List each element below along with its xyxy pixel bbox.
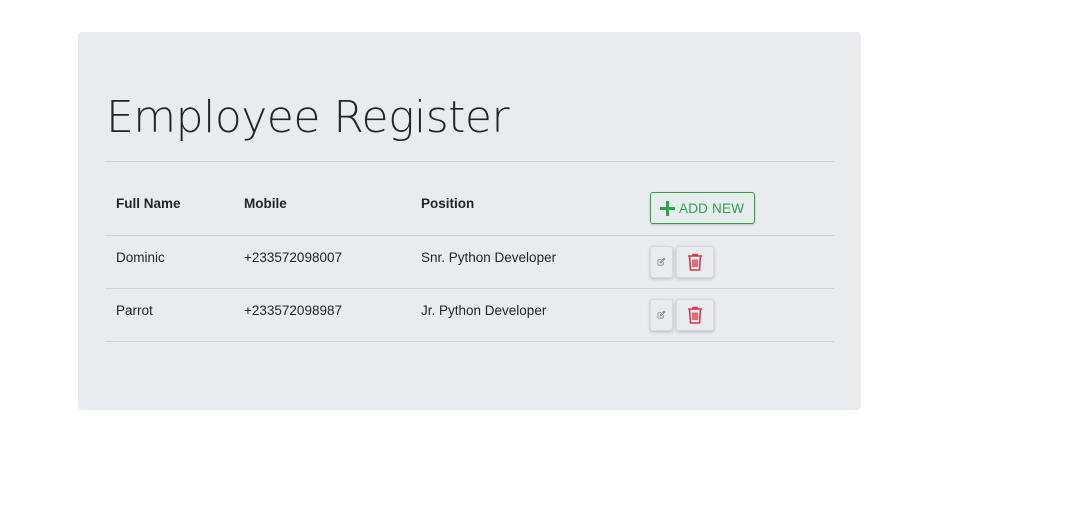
- employee-table: Full Name Mobile Position ADD NEW Domini…: [105, 180, 834, 342]
- cell-full-name: Dominic: [105, 235, 233, 289]
- trash-icon: [688, 306, 702, 324]
- table-row: Dominic +233572098007 Snr. Python Develo…: [105, 235, 834, 289]
- header-actions: ADD NEW: [642, 180, 834, 236]
- trash-icon: [688, 253, 702, 271]
- cell-position: Jr. Python Developer: [410, 288, 642, 342]
- header-mobile: Mobile: [233, 180, 410, 236]
- header-full-name: Full Name: [105, 180, 233, 236]
- cell-mobile: +233572098007: [233, 235, 410, 289]
- edit-button[interactable]: [650, 245, 673, 278]
- table-row: Parrot +233572098987 Jr. Python Develope…: [105, 288, 834, 342]
- cell-full-name: Parrot: [105, 288, 233, 342]
- delete-button[interactable]: [676, 298, 714, 331]
- cell-actions: [642, 288, 834, 342]
- employee-register-panel: Employee Register Full Name Mobile Posit…: [78, 32, 861, 410]
- pencil-square-icon: [657, 310, 666, 319]
- delete-button[interactable]: [676, 245, 714, 278]
- plus-icon: [660, 200, 675, 216]
- table-header-row: Full Name Mobile Position ADD NEW: [105, 180, 834, 236]
- add-new-button[interactable]: ADD NEW: [650, 192, 756, 224]
- add-new-label: ADD NEW: [679, 200, 745, 216]
- header-position: Position: [410, 180, 642, 236]
- cell-mobile: +233572098987: [233, 288, 410, 342]
- cell-position: Snr. Python Developer: [410, 235, 642, 289]
- page-title: Employee Register: [106, 92, 510, 143]
- cell-actions: [642, 235, 834, 289]
- title-divider: [105, 161, 834, 162]
- pencil-square-icon: [657, 257, 666, 266]
- edit-button[interactable]: [650, 298, 673, 331]
